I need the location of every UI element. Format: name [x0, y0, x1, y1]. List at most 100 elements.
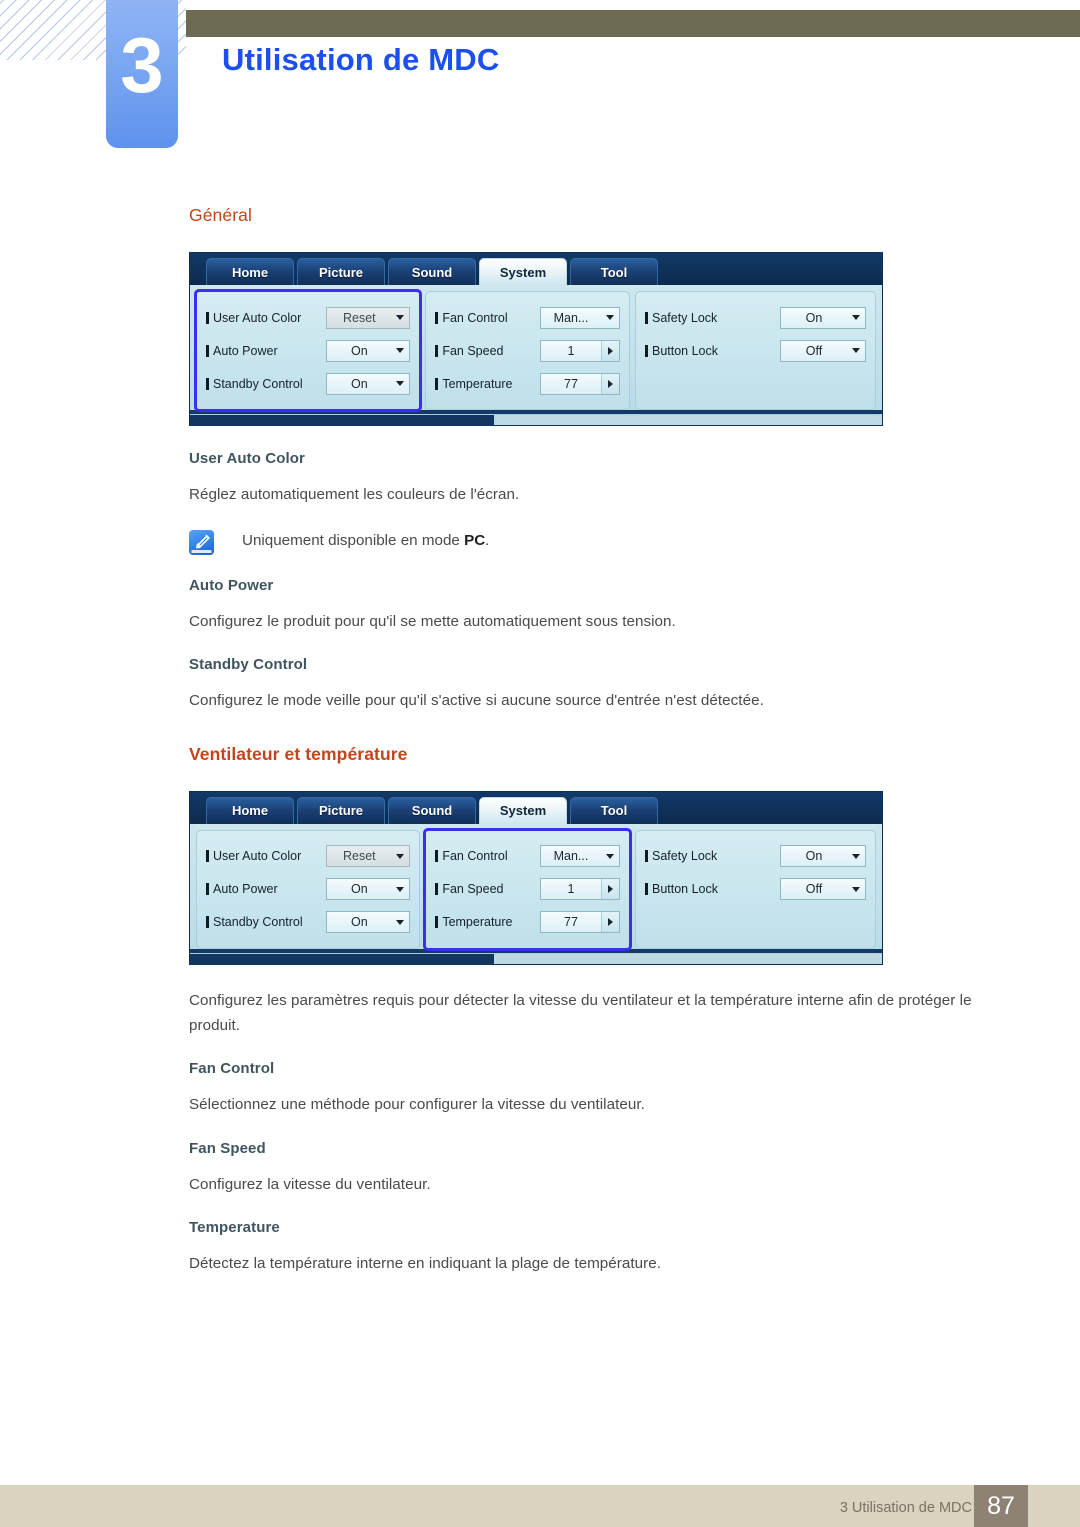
- mdc-label-standby-control: Standby Control: [206, 915, 326, 929]
- mdc-tab-home[interactable]: Home: [206, 796, 294, 824]
- bullet-icon: [644, 311, 648, 324]
- chevron-down-icon: [391, 374, 409, 394]
- bullet-icon: [206, 916, 209, 929]
- mdc-group-fan: Fan Control Man... Fan Speed 1 Temperatu…: [425, 291, 630, 410]
- subheading-fan-control: Fan Control: [189, 1060, 275, 1078]
- mdc-row-temperature: Temperature 77: [435, 906, 620, 939]
- mdc-group-lock: Safety Lock On Button Lock Off: [634, 291, 876, 410]
- mdc-spinner-fan-speed[interactable]: 1: [539, 339, 620, 362]
- mdc-label-user-auto-color: User Auto Color: [206, 311, 326, 325]
- caret-right-icon[interactable]: [600, 879, 619, 900]
- chevron-down-icon: [847, 879, 865, 899]
- mdc-spinner-fan-speed[interactable]: 1: [539, 878, 620, 901]
- subheading-user-auto-color: User Auto Color: [189, 450, 305, 467]
- mdc-dropdown-safety-lock[interactable]: On: [780, 845, 866, 868]
- mdc-label-fan-control: Fan Control: [435, 849, 540, 863]
- note-text-suffix: .: [485, 531, 490, 549]
- bullet-icon: [435, 377, 439, 390]
- subheading-temperature: Temperature: [189, 1219, 280, 1237]
- mdc-row-auto-power: Auto Power On: [206, 873, 411, 906]
- mdc-tab-tool[interactable]: Tool: [570, 258, 658, 285]
- mdc-spinner-value: 1: [567, 882, 575, 897]
- mdc-tab-sound[interactable]: Sound: [388, 258, 476, 285]
- mdc-tab-system[interactable]: System: [479, 796, 567, 824]
- mdc-label-standby-control: Standby Control: [206, 377, 326, 391]
- chevron-down-icon: [847, 341, 865, 361]
- chapter-number: 3: [120, 21, 164, 109]
- mdc-tab-sound[interactable]: Sound: [388, 796, 476, 824]
- bullet-icon: [435, 883, 439, 896]
- mdc-dropdown-fan-control[interactable]: Man...: [539, 845, 620, 868]
- mdc-dropdown-value: Off: [805, 882, 823, 897]
- mdc-window-general: Home Picture Sound System Tool User Auto…: [189, 252, 883, 426]
- subheading-auto-power: Auto Power: [189, 576, 274, 594]
- scrollbar-thumb[interactable]: [190, 953, 495, 965]
- mdc-row-fan-control: Fan Control Man...: [435, 301, 620, 334]
- mdc-spinner-temperature[interactable]: 77: [539, 911, 620, 934]
- mdc-label-text: Temperature: [442, 915, 513, 930]
- mdc-group-general: User Auto Color Reset Auto Power On Stan…: [193, 289, 423, 412]
- scrollbar-thumb[interactable]: [190, 415, 495, 426]
- mdc-dropdown-value: Reset: [342, 849, 376, 864]
- mdc-dropdown-value: Off: [805, 343, 823, 358]
- mdc-label-temperature: Temperature: [435, 377, 540, 391]
- page-title: Utilisation de MDC: [222, 42, 500, 77]
- section-heading-fan: Ventilateur et température: [189, 743, 408, 764]
- chevron-down-icon: [847, 846, 865, 866]
- mdc-dropdown-fan-control[interactable]: Man...: [539, 306, 620, 329]
- mdc-dropdown-standby-control[interactable]: On: [326, 372, 411, 395]
- mdc-tab-picture[interactable]: Picture: [297, 796, 385, 824]
- mdc-tab-tool[interactable]: Tool: [570, 796, 658, 824]
- bullet-icon: [644, 344, 648, 357]
- bullet-icon: [644, 883, 648, 896]
- mdc-dropdown-standby-control[interactable]: On: [326, 911, 411, 934]
- mdc-horizontal-scrollbar[interactable]: [190, 952, 882, 965]
- mdc-dropdown-button-lock[interactable]: Off: [780, 878, 866, 901]
- subheading-standby-control: Standby Control: [189, 656, 308, 674]
- mdc-dropdown-user-auto-color[interactable]: Reset: [326, 306, 411, 329]
- mdc-row-temperature: Temperature 77: [435, 367, 620, 400]
- mdc-tab-picture[interactable]: Picture: [297, 258, 385, 285]
- mdc-dropdown-button-lock[interactable]: Off: [780, 339, 866, 362]
- caret-right-icon[interactable]: [600, 373, 619, 394]
- mdc-tabbar: Home Picture Sound System Tool: [190, 791, 882, 824]
- mdc-dropdown-value: On: [350, 915, 368, 930]
- text-fan-speed: Configurez la vitesse du ventilateur.: [189, 1175, 431, 1193]
- caret-right-icon[interactable]: [600, 340, 619, 361]
- mdc-label-text: Fan Control: [442, 849, 508, 864]
- mdc-tab-home[interactable]: Home: [206, 258, 294, 285]
- mdc-label-text: Fan Speed: [442, 882, 504, 897]
- bullet-icon: [435, 916, 439, 929]
- mdc-dropdown-auto-power[interactable]: On: [326, 878, 411, 901]
- mdc-label-temperature: Temperature: [435, 915, 540, 929]
- mdc-spinner-temperature[interactable]: 77: [539, 372, 620, 395]
- mdc-label-fan-speed: Fan Speed: [435, 344, 540, 358]
- mdc-dropdown-auto-power[interactable]: On: [326, 339, 411, 362]
- mdc-horizontal-scrollbar[interactable]: [190, 414, 882, 426]
- text-fan-control: Sélectionnez une méthode pour configurer…: [189, 1096, 645, 1114]
- mdc-dropdown-safety-lock[interactable]: On: [780, 306, 866, 329]
- mdc-dropdown-user-auto-color[interactable]: Reset: [326, 845, 411, 868]
- mdc-label-text: User Auto Color: [213, 849, 302, 864]
- mdc-tab-system[interactable]: System: [479, 258, 567, 285]
- note-pen-icon: [189, 529, 214, 555]
- mdc-row-spacer: [645, 906, 866, 939]
- header-olive-bar: [186, 10, 1080, 37]
- mdc-label-text: Safety Lock: [651, 849, 718, 864]
- mdc-label-text: Safety Lock: [651, 310, 718, 325]
- mdc-row-auto-power: Auto Power On: [206, 334, 411, 367]
- mdc-panel-body: User Auto Color Reset Auto Power On Stan…: [190, 823, 882, 951]
- mdc-label-text: Standby Control: [213, 376, 303, 391]
- caret-right-icon[interactable]: [600, 912, 619, 933]
- mdc-window-fan: Home Picture Sound System Tool User Auto…: [189, 790, 883, 965]
- chevron-down-icon: [391, 341, 409, 361]
- mdc-row-spacer: [645, 367, 866, 400]
- mdc-panel-body: User Auto Color Reset Auto Power On Stan…: [190, 285, 882, 412]
- mdc-row-user-auto-color: User Auto Color Reset: [206, 840, 411, 873]
- footer-page-number: 87: [974, 1485, 1028, 1527]
- mdc-label-safety-lock: Safety Lock: [644, 310, 780, 325]
- mdc-label-button-lock: Button Lock: [644, 344, 780, 358]
- note-text: Uniquement disponible en mode PC.: [242, 530, 489, 553]
- chevron-down-icon: [391, 308, 409, 328]
- chapter-number-tab: 3: [106, 0, 178, 148]
